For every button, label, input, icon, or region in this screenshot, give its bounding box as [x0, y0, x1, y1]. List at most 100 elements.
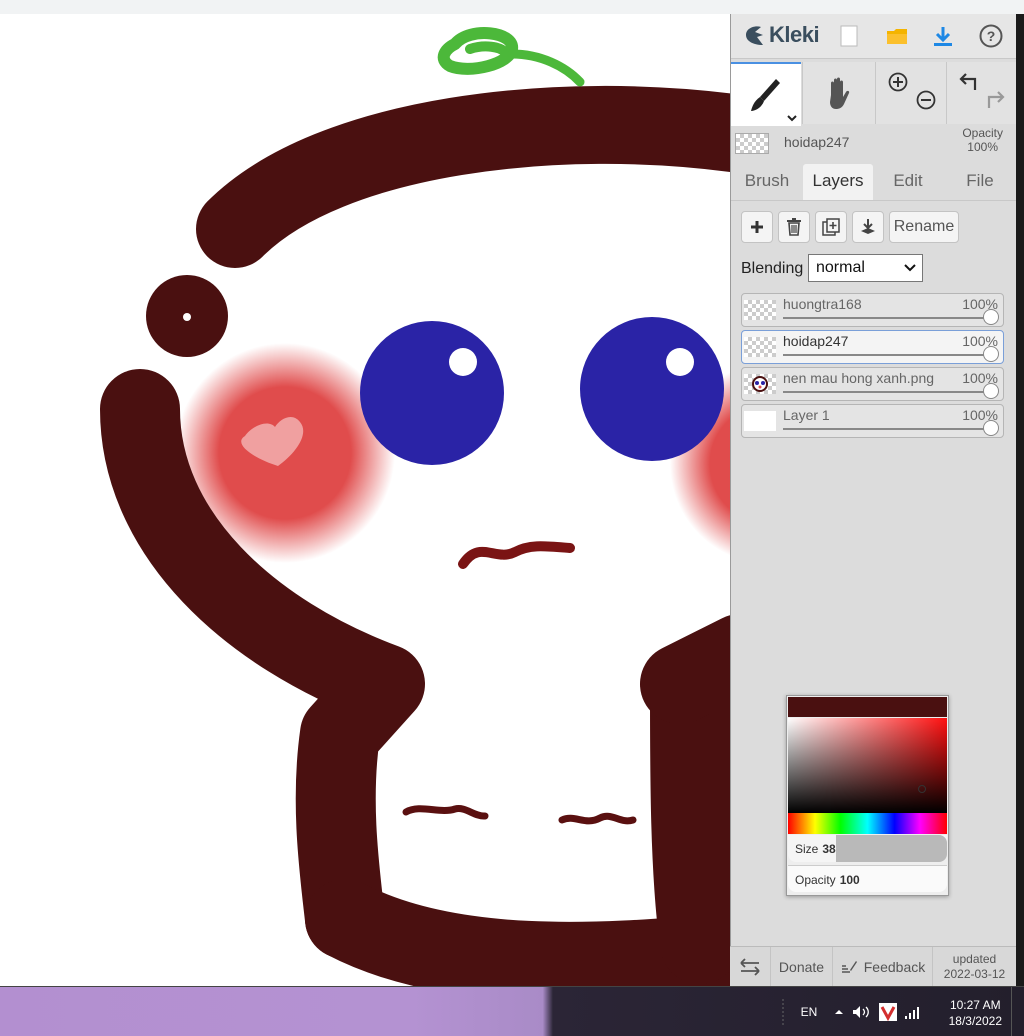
current-layer-name: hoidap247 — [784, 134, 850, 150]
saturation-value-area[interactable] — [788, 718, 947, 813]
current-layer-opacity: Opacity 100% — [962, 126, 1003, 154]
donate-link[interactable]: Donate — [770, 947, 832, 987]
layer-opacity-track — [783, 354, 991, 356]
layer-opacity-track — [783, 428, 991, 430]
layer-opacity-slider[interactable] — [983, 420, 999, 436]
layer-item-huongtra168[interactable]: huongtra168 100% — [741, 293, 1004, 327]
layer-name: hoidap247 — [783, 333, 849, 349]
layer-item-layer-1[interactable]: Layer 1 100% — [741, 404, 1004, 438]
layer-thumbnail — [744, 337, 776, 357]
hue-slider[interactable] — [788, 813, 947, 834]
color-marker[interactable] — [918, 785, 926, 793]
feedback-link[interactable]: Feedback — [832, 947, 932, 987]
add-layer-button[interactable] — [741, 211, 773, 243]
open-file-button[interactable] — [883, 22, 911, 50]
svg-text:?: ? — [987, 28, 996, 44]
layer-thumbnail — [744, 374, 776, 394]
size-slider-fill — [836, 835, 947, 862]
plus-icon — [751, 221, 763, 233]
merge-down-button[interactable] — [852, 211, 884, 243]
swap-side-button[interactable] — [730, 947, 770, 987]
brush-tool-button[interactable] — [731, 62, 801, 126]
delete-layer-button[interactable] — [778, 211, 810, 243]
layer-name: Layer 1 — [783, 407, 830, 423]
blending-row: Blending normal — [731, 254, 1017, 284]
signal-bars-icon — [905, 1006, 919, 1019]
language-indicator[interactable]: EN — [794, 987, 824, 1036]
bookmarks-bar — [0, 0, 1024, 15]
current-layer-info: hoidap247 Opacity 100% — [731, 126, 1017, 162]
rename-layer-button[interactable]: Rename — [889, 211, 959, 243]
feedback-icon — [841, 961, 857, 973]
tab-edit[interactable]: Edit — [877, 164, 939, 200]
taskbar-clock[interactable]: 10:27 AM 18/3/2022 — [949, 997, 1002, 1029]
blending-value: normal — [816, 259, 865, 276]
kleki-logo[interactable]: Kleki — [743, 22, 820, 48]
brush-opacity-slider[interactable]: Opacity 100 — [788, 865, 947, 892]
help-button[interactable]: ? — [977, 22, 1005, 50]
current-color-swatch — [788, 697, 947, 717]
layer-opacity-slider[interactable] — [983, 309, 999, 325]
clock-time: 10:27 AM — [949, 998, 1001, 1012]
undo-redo-controls — [946, 62, 1018, 124]
opacity-label: Opacity — [795, 873, 836, 887]
duplicate-icon — [822, 218, 840, 236]
layer-item-nen-mau-hong-xanh[interactable]: nen mau hong xanh.png 100% — [741, 367, 1004, 401]
grip-icon — [782, 998, 784, 1025]
current-layer-thumbnail — [735, 133, 769, 154]
brush-icon — [751, 79, 780, 111]
hand-tool-button[interactable] — [802, 62, 875, 124]
new-file-button[interactable] — [835, 22, 863, 50]
blending-select[interactable]: normal — [808, 254, 923, 282]
hand-icon — [830, 77, 850, 109]
zoom-in-icon — [888, 72, 908, 92]
show-desktop-button[interactable] — [1011, 987, 1024, 1036]
swap-arrows-icon — [740, 958, 760, 976]
layer-item-hoidap247[interactable]: hoidap247 100% — [741, 330, 1004, 364]
download-button[interactable] — [929, 22, 957, 50]
brush-size-slider[interactable]: Size 38 — [788, 835, 947, 862]
help-icon: ? — [979, 24, 1003, 48]
chevron-down-icon — [904, 264, 916, 272]
tray-handle — [778, 987, 788, 1036]
antivirus-tray-button[interactable] — [876, 987, 900, 1036]
tab-layers[interactable]: Layers — [803, 164, 873, 200]
tab-file[interactable]: File — [951, 164, 1009, 200]
layer-opacity-track — [783, 391, 991, 393]
show-hidden-icons-button[interactable] — [832, 987, 846, 1036]
size-value: 38 — [822, 842, 836, 856]
blending-label: Blending — [741, 260, 804, 277]
panel-tabs: Brush Layers Edit File — [731, 164, 1017, 201]
layer-thumbnail — [744, 300, 776, 320]
tab-brush[interactable]: Brush — [735, 164, 799, 200]
trash-icon — [787, 218, 801, 236]
character-thumbnail-icon — [752, 376, 768, 392]
system-tray: EN 10:27 AM 18/3/2022 — [778, 987, 1024, 1036]
volume-button[interactable] — [850, 987, 872, 1036]
layer-opacity-slider[interactable] — [983, 383, 999, 399]
layer-opacity-track — [783, 317, 991, 319]
tool-row — [731, 62, 1018, 126]
panel-footer: Donate Feedback updated 2022-03-12 — [730, 946, 1016, 987]
updated-info: updated 2022-03-12 — [932, 947, 1016, 987]
chevron-up-icon — [835, 1009, 843, 1014]
new-page-icon — [840, 25, 858, 47]
kleki-icon — [746, 26, 763, 45]
clock-date: 18/3/2022 — [948, 1014, 1002, 1028]
windows-taskbar: EN 10:27 AM 18/3/2022 — [0, 986, 1024, 1036]
layer-thumbnail — [744, 411, 776, 431]
network-button[interactable] — [902, 987, 924, 1036]
updated-date: 2022-03-12 — [943, 967, 1006, 981]
updated-label: updated — [952, 952, 997, 966]
drawing-canvas[interactable] — [0, 14, 730, 986]
layer-actions: Rename — [731, 211, 1017, 245]
layer-opacity-slider[interactable] — [983, 346, 999, 362]
layer-name: huongtra168 — [783, 296, 862, 312]
zoom-out-icon — [916, 90, 936, 110]
undo-icon — [959, 73, 977, 90]
chevron-down-icon — [787, 115, 797, 122]
merge-down-icon — [861, 219, 875, 234]
duplicate-layer-button[interactable] — [815, 211, 847, 243]
top-toolbar: Kleki ? — [731, 14, 1017, 59]
logo-text: Kleki — [769, 22, 820, 47]
